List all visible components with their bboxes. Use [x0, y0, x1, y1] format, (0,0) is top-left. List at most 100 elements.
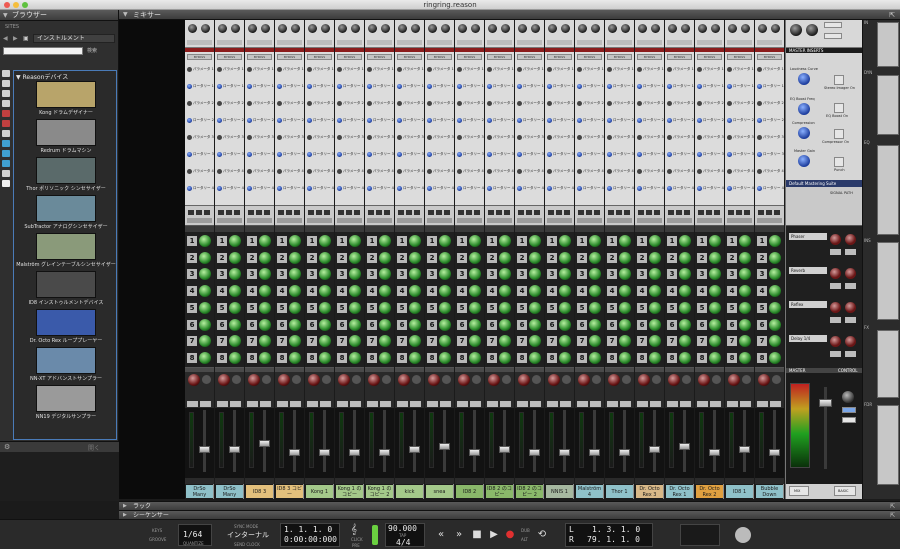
rotary-knob[interactable] [277, 152, 282, 157]
mute-button[interactable] [457, 401, 468, 407]
send-on-button[interactable]: 1 [187, 236, 197, 246]
send-level-knob[interactable] [679, 285, 691, 298]
insert-parameter[interactable]: パラメータ 4 [516, 168, 544, 175]
send-on-button[interactable]: 4 [187, 286, 197, 297]
send-level-knob[interactable] [619, 285, 631, 298]
send-on-button[interactable]: 5 [307, 302, 317, 313]
device-name-field[interactable] [547, 218, 572, 223]
save-icon[interactable] [264, 210, 270, 215]
insert-parameter[interactable]: パラメータ 3 [216, 134, 244, 141]
rotary-knob[interactable] [757, 84, 762, 89]
master-knob[interactable] [790, 24, 802, 36]
device-name-field[interactable] [397, 218, 422, 223]
save-icon[interactable] [444, 210, 450, 215]
insert-parameter[interactable]: パラメータ 2 [396, 100, 424, 107]
click-level[interactable] [372, 525, 378, 545]
insert-parameter[interactable]: パラメータ 4 [336, 168, 364, 175]
parameter-button[interactable] [697, 169, 702, 174]
insert-parameter[interactable]: ロータリー 3 [576, 151, 604, 158]
solo-button[interactable] [470, 401, 481, 407]
rotary-knob[interactable] [577, 186, 582, 191]
parameter-button[interactable] [337, 67, 342, 72]
pan-knob[interactable] [488, 374, 500, 386]
send-on-button[interactable]: 8 [337, 352, 347, 363]
folder-icon[interactable] [196, 210, 202, 215]
parameter-button[interactable] [217, 101, 222, 106]
device-name-field[interactable] [187, 218, 212, 223]
send-on-button[interactable]: 4 [607, 286, 617, 297]
insert-parameter[interactable]: ロータリー 3 [396, 151, 424, 158]
send-level-knob[interactable] [769, 285, 781, 298]
send-on-button[interactable]: 8 [457, 352, 467, 363]
send-level-knob[interactable] [349, 235, 361, 247]
fx-level-knob[interactable] [830, 302, 841, 313]
stereo-imager-button[interactable] [834, 75, 844, 85]
bypass-button[interactable]: BYPASS [187, 54, 212, 60]
gain-knob[interactable] [728, 24, 737, 33]
send-on-button[interactable]: 8 [727, 352, 737, 363]
folder-icon[interactable] [376, 210, 382, 215]
insert-parameter[interactable]: パラメータ 2 [426, 100, 454, 107]
send-level-knob[interactable] [679, 351, 691, 364]
send-on-button[interactable]: 3 [517, 269, 527, 280]
rotary-knob[interactable] [187, 118, 192, 123]
channel-fader[interactable] [529, 449, 540, 456]
parameter-button[interactable] [277, 67, 282, 72]
channel-fader[interactable] [409, 446, 420, 453]
solo-button[interactable] [320, 401, 331, 407]
send-level-knob[interactable] [379, 235, 391, 247]
rotary-knob[interactable] [757, 186, 762, 191]
rotary-knob[interactable] [337, 118, 342, 123]
parameter-button[interactable] [757, 135, 762, 140]
gain-knob[interactable] [458, 24, 467, 33]
send-on-button[interactable]: 6 [397, 319, 407, 330]
rotary-knob[interactable] [217, 118, 222, 123]
device-name-field[interactable] [247, 218, 272, 223]
edit-button[interactable] [824, 22, 842, 28]
insert-parameter[interactable]: ロータリー 4 [696, 185, 724, 192]
send-on-button[interactable]: 2 [217, 252, 227, 263]
insert-parameter[interactable]: パラメータ 2 [636, 100, 664, 107]
bypass-button[interactable]: BYPASS [607, 54, 632, 60]
device-name-field[interactable] [457, 218, 482, 223]
folder-icon[interactable] [308, 210, 314, 215]
fx-mute-button[interactable] [830, 317, 841, 323]
save-icon[interactable] [624, 210, 630, 215]
bypass-button[interactable]: BYPASS [757, 54, 782, 60]
channel-name[interactable]: Dr. Octo Rex 3 [636, 485, 663, 498]
insert-parameter[interactable]: パラメータ 1 [336, 66, 364, 73]
insert-parameter[interactable]: ロータリー 3 [336, 151, 364, 158]
folder-icon[interactable] [608, 210, 614, 215]
parameter-button[interactable] [607, 169, 612, 174]
send-on-button[interactable]: 1 [487, 236, 497, 246]
send-on-button[interactable]: 4 [757, 286, 767, 297]
parameter-button[interactable] [607, 67, 612, 72]
bypass-button[interactable]: BYPASS [217, 54, 242, 60]
send-on-button[interactable]: 5 [217, 302, 227, 313]
send-level-knob[interactable] [529, 318, 541, 331]
rotary-knob[interactable] [247, 186, 252, 191]
fast-forward-icon[interactable]: » [452, 528, 466, 542]
device-name-field[interactable] [367, 218, 392, 223]
gain-knob[interactable] [428, 24, 437, 33]
master-gain-knob[interactable] [798, 155, 810, 167]
parameter-button[interactable] [217, 135, 222, 140]
parameter-button[interactable] [397, 67, 402, 72]
parameter-button[interactable] [217, 67, 222, 72]
save-icon[interactable] [504, 210, 510, 215]
send-level-knob[interactable] [769, 351, 781, 364]
parameter-button[interactable] [277, 135, 282, 140]
trim-knob[interactable] [681, 24, 690, 33]
send-on-button[interactable]: 7 [367, 336, 377, 347]
insert-parameter[interactable]: パラメータ 3 [516, 134, 544, 141]
master-knob[interactable] [806, 24, 818, 36]
send-on-button[interactable]: 2 [337, 252, 347, 263]
send-level-knob[interactable] [679, 301, 691, 314]
channel-name[interactable]: DrSo Many [216, 485, 243, 498]
insert-parameter[interactable]: パラメータ 3 [426, 134, 454, 141]
parameter-button[interactable] [307, 67, 312, 72]
insert-parameter[interactable]: ロータリー 3 [516, 151, 544, 158]
send-level-knob[interactable] [559, 268, 571, 281]
send-level-knob[interactable] [619, 301, 631, 314]
channel-name[interactable]: Malström 4 [576, 485, 603, 498]
